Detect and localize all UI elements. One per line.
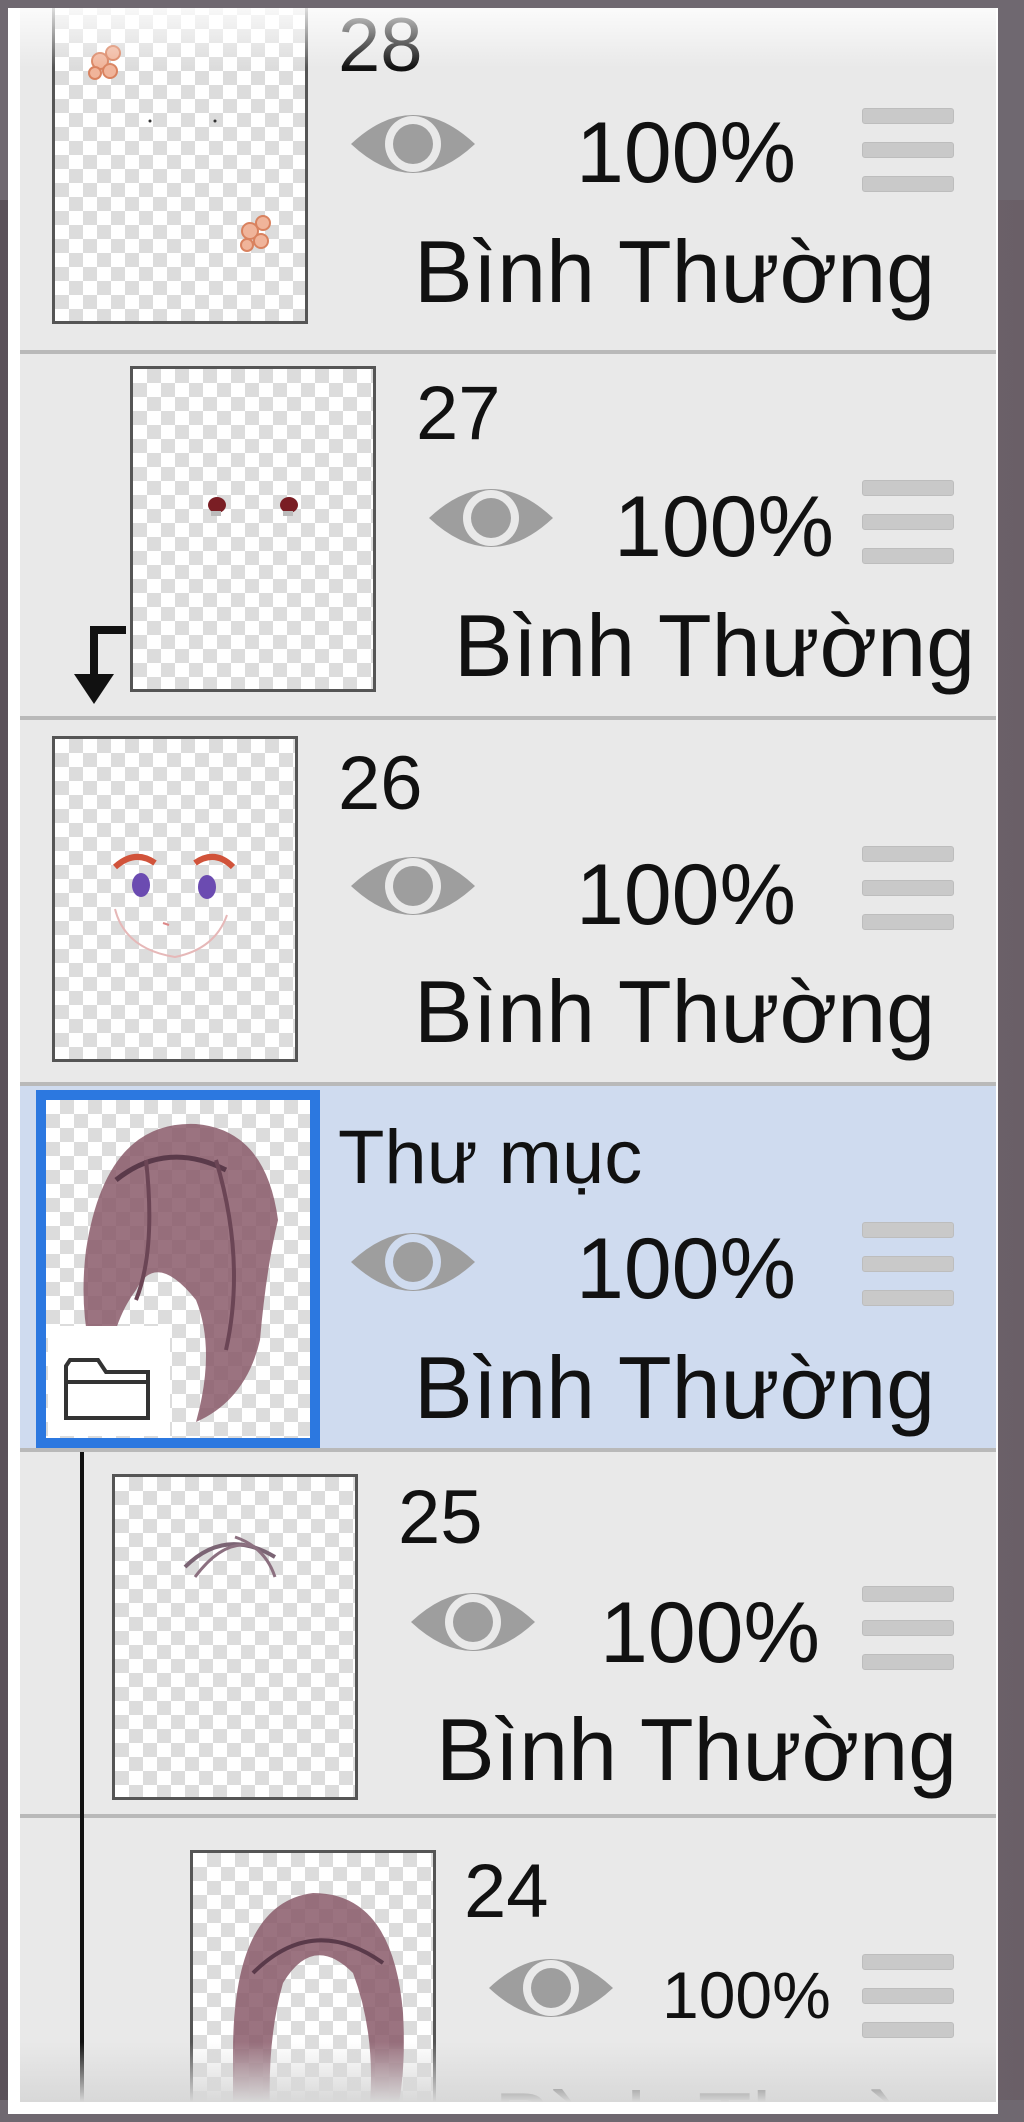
layer-row-25[interactable]: 25 100% Bình Thường bbox=[20, 1452, 996, 1818]
hair-back-sketch bbox=[233, 1893, 404, 2102]
drag-handle-icon[interactable] bbox=[862, 108, 954, 210]
flower-sketch bbox=[88, 45, 271, 252]
blend-mode[interactable]: Bình Thườ bbox=[494, 2080, 917, 2103]
folder-tree-line bbox=[80, 1452, 84, 2102]
drag-handle-icon[interactable] bbox=[862, 1222, 954, 1324]
eye-icon[interactable] bbox=[426, 478, 556, 558]
folder-thumbnail[interactable] bbox=[36, 1090, 320, 1448]
blend-mode[interactable]: Bình Thường bbox=[414, 1344, 935, 1432]
opacity-value[interactable]: 100% bbox=[662, 1962, 831, 2028]
blend-mode[interactable]: Bình Thường bbox=[414, 968, 935, 1056]
folder-badge bbox=[48, 1326, 170, 1436]
drag-handle-icon[interactable] bbox=[862, 846, 954, 948]
layer-list[interactable]: 28 100% Bình Thường 27 100% Bình Thường … bbox=[20, 8, 996, 2102]
opacity-value[interactable]: 100% bbox=[600, 1590, 820, 1676]
mouth-sketch bbox=[208, 497, 298, 516]
layer-name: 25 bbox=[398, 1475, 483, 1560]
layer-thumbnail[interactable] bbox=[52, 736, 298, 1062]
eye-icon[interactable] bbox=[348, 846, 478, 926]
eye-icon[interactable] bbox=[348, 1222, 478, 1302]
folder-name[interactable]: Thư mục bbox=[338, 1120, 642, 1196]
drag-handle-icon[interactable] bbox=[862, 480, 954, 582]
face-sketch bbox=[112, 854, 236, 959]
opacity-value[interactable]: 100% bbox=[576, 852, 796, 938]
layer-thumbnail[interactable] bbox=[190, 1850, 436, 2102]
eye-icon[interactable] bbox=[348, 104, 478, 184]
eye-icon[interactable] bbox=[408, 1582, 538, 1662]
drag-handle-icon[interactable] bbox=[862, 1586, 954, 1688]
opacity-value[interactable]: 100% bbox=[576, 1226, 796, 1312]
layer-name: 28 bbox=[338, 8, 423, 88]
layer-row-folder[interactable]: Thư mục 100% Bình Thường bbox=[20, 1086, 996, 1452]
layer-row-26[interactable]: 26 100% Bình Thường bbox=[20, 720, 996, 1086]
layer-thumbnail[interactable] bbox=[52, 8, 308, 324]
folder-icon bbox=[64, 1358, 150, 1420]
blend-mode[interactable]: Bình Thường bbox=[414, 228, 935, 316]
layer-name: 27 bbox=[416, 371, 501, 456]
layer-name: 24 bbox=[464, 1849, 549, 1934]
layer-name: 26 bbox=[338, 741, 423, 826]
opacity-value[interactable]: 100% bbox=[576, 110, 796, 196]
eye-icon[interactable] bbox=[486, 1948, 616, 2028]
layer-thumbnail[interactable] bbox=[130, 366, 376, 692]
layer-row-27[interactable]: 27 100% Bình Thường bbox=[20, 354, 996, 720]
drag-handle-icon[interactable] bbox=[862, 1954, 954, 2056]
clip-arrow-icon bbox=[74, 626, 126, 704]
blend-mode[interactable]: Bình Thường bbox=[454, 602, 975, 690]
layer-thumbnail[interactable] bbox=[112, 1474, 358, 1800]
hair-strand-sketch bbox=[183, 1535, 277, 1578]
layer-row-24[interactable]: 24 100% Bình Thườ bbox=[20, 1818, 996, 2102]
layer-panel: 28 100% Bình Thường 27 100% Bình Thường … bbox=[8, 8, 998, 2114]
blend-mode[interactable]: Bình Thường bbox=[436, 1706, 957, 1794]
opacity-value[interactable]: 100% bbox=[614, 484, 834, 570]
layer-row-28[interactable]: 28 100% Bình Thường bbox=[20, 8, 996, 354]
